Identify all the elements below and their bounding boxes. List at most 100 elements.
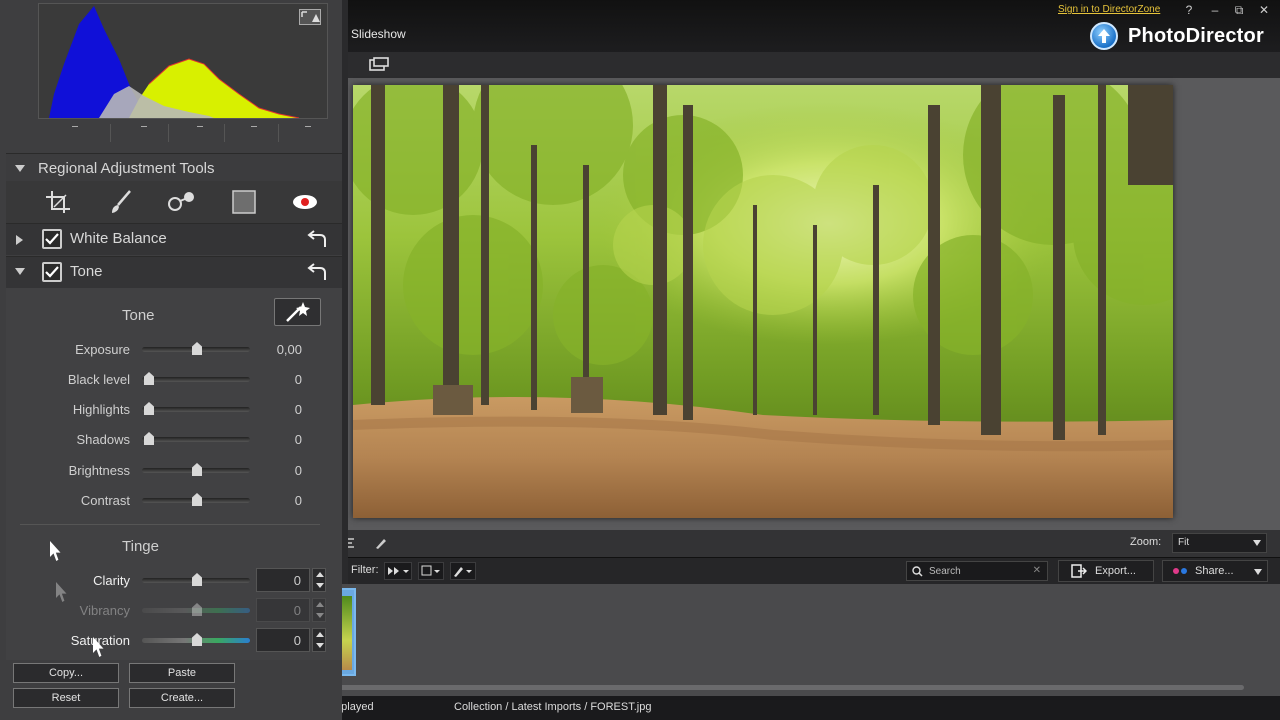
slider-number-input[interactable]: 0	[256, 568, 310, 592]
adjustment-panel: Regional Adjustment Tools White Balance	[0, 0, 342, 720]
paste-button[interactable]: Paste	[129, 663, 235, 683]
tone-checkbox[interactable]	[42, 262, 62, 282]
panel-splitter[interactable]	[342, 0, 348, 584]
share-dot-icon	[1173, 568, 1179, 574]
slider-label: Shadows	[76, 432, 130, 447]
compare-view-icon[interactable]	[369, 57, 389, 72]
color-label-filter-button[interactable]	[418, 562, 444, 580]
zoom-value: Fit	[1178, 537, 1190, 548]
slider-label: Brightness	[68, 463, 130, 478]
photodirector-logo-icon	[1090, 22, 1118, 50]
section-divider	[20, 524, 320, 525]
histogram-separator	[168, 124, 169, 142]
slider-thumb[interactable]	[144, 372, 154, 385]
spinner-arrows-icon[interactable]	[312, 568, 326, 592]
sign-in-link[interactable]: Sign in to DirectorZone	[1058, 4, 1160, 15]
create-button[interactable]: Create...	[129, 688, 235, 708]
zoom-label: Zoom:	[1130, 536, 1162, 548]
histogram-tick	[141, 126, 147, 127]
tone-slider-row: Exposure 0,00	[0, 339, 342, 359]
export-label: Export...	[1095, 565, 1136, 577]
histogram-tick	[305, 126, 311, 127]
tinge-slider-row: Clarity 0	[0, 568, 342, 592]
tinge-slider-row: Vibrancy 0	[0, 598, 342, 622]
histogram-separator	[224, 124, 225, 142]
crop-icon[interactable]	[44, 189, 74, 215]
restore-button[interactable]: ⧉	[1231, 3, 1247, 18]
filmstrip-scrollbar[interactable]	[260, 685, 1244, 690]
regional-tools-row	[6, 181, 342, 223]
slider-thumb[interactable]	[144, 432, 154, 445]
tab-slideshow[interactable]: Slideshow	[351, 27, 406, 41]
panel-action-buttons: Copy... Paste Reset Create...	[0, 660, 248, 720]
file-path: Collection / Latest Imports / FOREST.jpg	[454, 701, 652, 713]
slider-value: 0	[294, 463, 302, 478]
filmstrip	[248, 584, 1280, 696]
red-eye-icon[interactable]	[290, 189, 320, 215]
status-bar: 1 selected - 1 displayed Collection / La…	[248, 696, 1280, 720]
slider-track[interactable]	[142, 437, 250, 442]
share-label: Share...	[1195, 565, 1234, 577]
slider-value: 0	[294, 493, 302, 508]
brand: PhotoDirector	[1090, 22, 1264, 50]
reset-tone-icon[interactable]	[306, 262, 328, 282]
spinner-arrows-icon[interactable]	[312, 628, 326, 652]
minimize-button[interactable]: –	[1207, 3, 1223, 17]
slider-number-input[interactable]: 0	[256, 628, 310, 652]
export-button[interactable]: Export...	[1058, 560, 1154, 582]
chevron-down-icon	[1253, 540, 1261, 546]
tone-header[interactable]: Tone	[6, 256, 342, 288]
white-balance-header[interactable]: White Balance	[6, 223, 342, 255]
clear-search-icon[interactable]: ✕	[1033, 565, 1041, 576]
slider-track[interactable]	[142, 377, 250, 382]
view-toolbar	[342, 52, 1280, 78]
histogram-warning-icon[interactable]	[299, 9, 321, 25]
regional-tools-header[interactable]: Regional Adjustment Tools	[6, 153, 342, 181]
search-icon	[912, 566, 923, 577]
white-balance-checkbox[interactable]	[42, 229, 62, 249]
share-button[interactable]: Share...	[1162, 560, 1268, 582]
slider-label: Contrast	[80, 493, 130, 508]
search-placeholder: Search	[929, 566, 961, 577]
reset-white-balance-icon[interactable]	[306, 229, 328, 249]
slider-track[interactable]	[142, 407, 250, 412]
slider-label: Highlights	[72, 402, 130, 417]
edit-filter-button[interactable]	[450, 562, 476, 580]
histogram-tick	[251, 126, 257, 127]
forest-photo[interactable]	[353, 85, 1173, 518]
slider-thumb[interactable]	[192, 463, 202, 476]
reset-button[interactable]: Reset	[13, 688, 119, 708]
expand-icon	[15, 165, 25, 172]
tone-slider-row: Black level 0	[0, 369, 342, 389]
slider-thumb[interactable]	[192, 603, 202, 616]
gradient-icon[interactable]	[166, 189, 196, 215]
copy-button[interactable]: Copy...	[13, 663, 119, 683]
zoom-select[interactable]: Fit	[1172, 533, 1267, 553]
slider-thumb[interactable]	[144, 402, 154, 415]
brush-icon[interactable]	[106, 189, 136, 215]
white-balance-label: White Balance	[70, 230, 167, 247]
edit-toolbar: Zoom: Fit	[342, 530, 1280, 557]
auto-tone-button[interactable]	[274, 298, 321, 326]
tone-slider-row: Highlights 0	[0, 399, 342, 419]
spinner-arrows-icon[interactable]	[312, 598, 326, 622]
filter-bar: Filter: Search ✕ Export... Share...	[342, 557, 1280, 584]
slider-thumb[interactable]	[192, 633, 202, 646]
radial-filter-icon[interactable]	[230, 189, 260, 215]
slider-value: 0	[294, 372, 302, 387]
slider-thumb[interactable]	[192, 342, 202, 355]
slider-label: Exposure	[75, 342, 130, 357]
histogram-separator	[278, 124, 279, 142]
edit-pen-icon[interactable]	[374, 536, 390, 550]
slider-label: Black level	[67, 372, 130, 387]
help-button[interactable]: ?	[1181, 3, 1197, 17]
regional-tools-title: Regional Adjustment Tools	[38, 160, 215, 177]
search-input[interactable]: Search ✕	[906, 561, 1048, 581]
chevron-down-icon[interactable]	[1254, 569, 1262, 575]
histogram-separator	[110, 124, 111, 142]
slider-thumb[interactable]	[192, 493, 202, 506]
close-button[interactable]: ✕	[1256, 3, 1272, 17]
slider-number-input[interactable]: 0	[256, 598, 310, 622]
slider-thumb[interactable]	[192, 573, 202, 586]
flag-filter-button[interactable]	[384, 562, 412, 580]
